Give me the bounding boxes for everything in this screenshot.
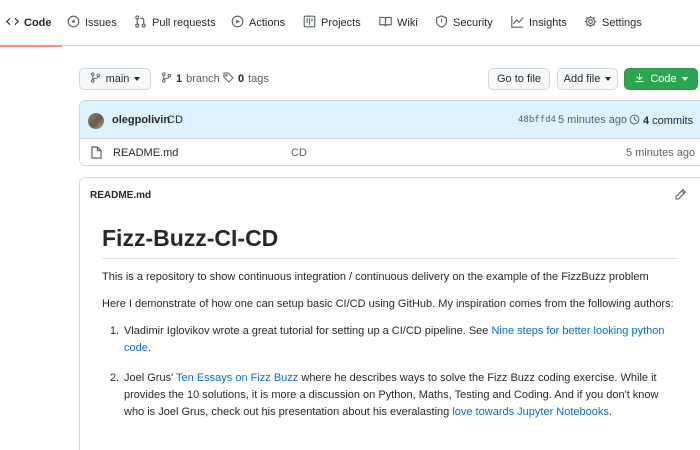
tag-icon (223, 72, 234, 86)
list-item: 2. Joel Grus' Ten Essays on Fizz Buzz wh… (102, 370, 678, 424)
list-item-text: Vladimir Iglovikov wrote a great tutoria… (124, 325, 492, 337)
tab-insights[interactable]: Insights (511, 0, 567, 46)
branch-count: 1 (176, 73, 183, 85)
tab-actions-label: Actions (249, 17, 286, 29)
tab-settings[interactable]: Settings (584, 0, 642, 46)
branch-icon (90, 72, 101, 86)
file-commit-message[interactable]: CD (291, 147, 307, 159)
tab-pull-requests-label: Pull requests (152, 17, 216, 29)
readme-panel: README.md Fizz-Buzz-CI-CD This is a repo… (79, 177, 700, 450)
divider (102, 258, 678, 259)
list-number: 1. (110, 325, 120, 337)
add-file-label: Add file (563, 73, 601, 85)
list-number: 2. (110, 372, 120, 384)
tab-projects-label: Projects (321, 17, 361, 29)
tab-pull-requests[interactable]: Pull requests (134, 0, 216, 46)
tab-selected-underline (0, 45, 62, 47)
list-item-text: where he describes ways to solve the Fiz… (298, 372, 657, 384)
project-icon (303, 15, 316, 31)
table-row[interactable]: README.md CD 5 minutes ago (80, 140, 700, 165)
file-commit-time: 5 minutes ago (626, 147, 696, 159)
shield-icon (435, 15, 448, 31)
nine-steps-link[interactable]: Nine steps for better looking python (491, 325, 664, 337)
go-to-file-label: Go to file (496, 73, 542, 85)
go-to-file-button[interactable]: Go to file (488, 68, 550, 90)
download-icon (634, 72, 645, 86)
add-file-button[interactable]: Add file (557, 68, 618, 90)
chevron-down-icon (605, 77, 612, 81)
tab-wiki[interactable]: Wiki (379, 0, 418, 46)
code-button[interactable]: Code (624, 68, 698, 90)
list-item-tail: . (147, 342, 151, 354)
commit-sha[interactable]: 48bffd4 (518, 115, 556, 125)
tab-code[interactable]: Code (0, 0, 62, 47)
tag-count: 0 (238, 73, 245, 85)
tag-word: tags (248, 73, 269, 85)
pencil-icon[interactable] (674, 188, 688, 202)
list-item: 1. Vladimir Iglovikov wrote a great tuto… (102, 323, 678, 359)
commits-link[interactable]: 4 commits (629, 114, 693, 128)
file-list: olegpolivin CD 48bffd4 5 minutes ago 4 c… (79, 100, 700, 166)
jupyter-notebooks-link[interactable]: love towards Jupyter Notebooks (452, 406, 609, 418)
list-item-text: provides the 10 solutions, it is more a … (124, 389, 659, 401)
branches-link[interactable]: 1 branch (161, 70, 220, 88)
avatar[interactable] (88, 113, 104, 129)
branch-select-button[interactable]: main (79, 68, 151, 90)
chevron-down-icon (681, 77, 688, 81)
tab-projects[interactable]: Projects (303, 0, 361, 46)
tab-code-label: Code (24, 17, 52, 29)
repo-nav-tabs: Code Issues Pull requests Actions Projec… (0, 0, 700, 47)
graph-icon (511, 15, 524, 31)
tags-link[interactable]: 0 tags (223, 70, 269, 88)
issue-icon (67, 15, 80, 31)
commit-time: 5 minutes ago (558, 114, 628, 126)
tab-security-label: Security (453, 17, 493, 29)
file-icon (91, 146, 102, 159)
readme-header: README.md (90, 190, 152, 201)
code-icon (6, 15, 19, 31)
commit-author[interactable]: olegpolivin (112, 114, 170, 126)
list-item-tail: . (608, 406, 612, 418)
readme-paragraph-1: This is a repository to show continuous … (102, 271, 649, 283)
commit-message[interactable]: CD (167, 114, 183, 126)
tab-security[interactable]: Security (435, 0, 493, 46)
tab-settings-label: Settings (602, 17, 642, 29)
commit-count-word: commits (652, 115, 694, 127)
list-item-text: who is Joel Grus, check out his presenta… (124, 406, 453, 418)
tab-insights-label: Insights (529, 17, 567, 29)
nine-steps-link-continued[interactable]: code (124, 342, 148, 354)
tab-issues-label: Issues (85, 17, 117, 29)
branch-icon (161, 72, 172, 86)
readme-paragraph-2: Here I demonstrate of how one can setup … (102, 298, 674, 310)
branch-word: branch (186, 73, 220, 85)
pull-request-icon (134, 15, 147, 31)
readme-title: Fizz-Buzz-CI-CD (102, 225, 279, 251)
gear-icon (584, 15, 597, 31)
book-icon (379, 15, 392, 31)
ten-essays-link[interactable]: Ten Essays on Fizz Buzz (176, 372, 298, 384)
chevron-down-icon (134, 77, 141, 81)
list-item-text: Joel Grus' (124, 372, 177, 384)
tab-wiki-label: Wiki (397, 17, 418, 29)
branch-name: main (105, 73, 130, 85)
file-name[interactable]: README.md (113, 147, 178, 159)
play-icon (231, 15, 244, 31)
history-icon (629, 114, 640, 128)
latest-commit-row: olegpolivin CD 48bffd4 5 minutes ago 4 c… (80, 101, 700, 139)
tab-actions[interactable]: Actions (231, 0, 285, 46)
commit-count: 4 (643, 115, 650, 127)
tab-issues[interactable]: Issues (67, 0, 117, 46)
code-button-label: Code (650, 73, 677, 85)
